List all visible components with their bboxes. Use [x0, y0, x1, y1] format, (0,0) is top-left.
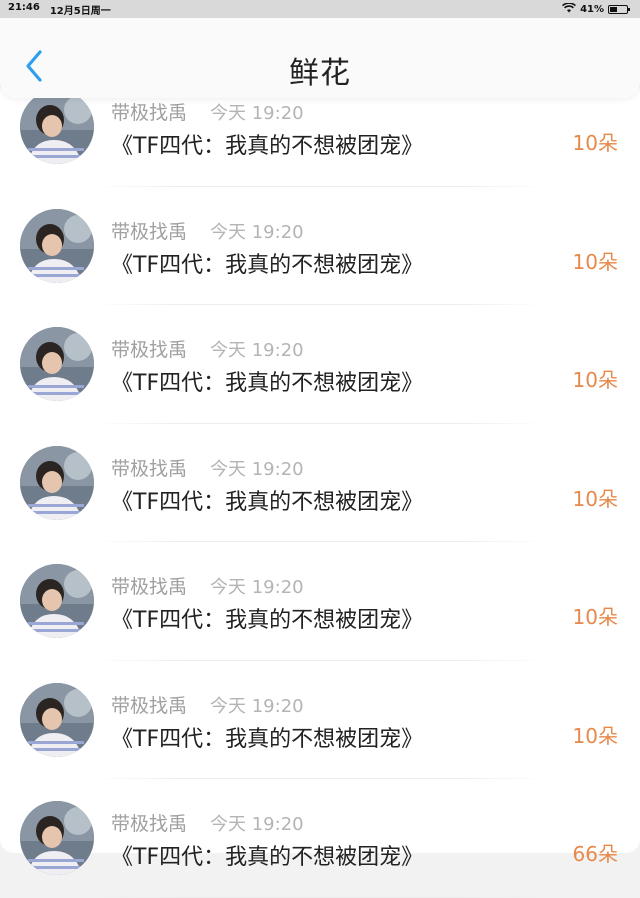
- flower-count: 10朵: [572, 131, 618, 155]
- username: 带极找禹: [111, 813, 188, 835]
- timestamp: 今天 19:20: [210, 340, 304, 361]
- status-time: 21:46: [8, 1, 40, 13]
- book-title[interactable]: 《TF四代：我真的不想被团宠》: [111, 365, 423, 397]
- wifi-icon: [562, 1, 577, 16]
- list-item[interactable]: 带极找禹 今天 19:20 《TF四代：我真的不想被团宠》 66朵: [0, 779, 640, 898]
- username: 带极找禹: [111, 694, 188, 717]
- flower-count: 10朵: [572, 368, 618, 392]
- timestamp: 今天 19:20: [210, 814, 304, 835]
- flower-list: 带极找禹 今天 19:20 《TF四代：我真的不想被团宠》 10朵 带极找禹 今…: [0, 68, 640, 898]
- status-bar: 21:46 12月5日周一 41%: [0, 0, 640, 18]
- battery-icon: [608, 4, 630, 14]
- timestamp: 今天 19:20: [210, 221, 304, 243]
- status-date: 12月5日周一: [49, 5, 111, 17]
- username: 带极找禹: [111, 102, 188, 124]
- avatar[interactable]: [20, 682, 94, 757]
- page-title: 鲜花: [289, 56, 351, 91]
- timestamp: 今天 19:20: [210, 458, 304, 480]
- battery-percent: 41%: [580, 3, 604, 15]
- avatar[interactable]: [20, 90, 94, 164]
- divider: [95, 896, 545, 898]
- book-title[interactable]: 《TF四代：我真的不想被团宠》: [111, 602, 423, 634]
- username: 带极找禹: [111, 576, 188, 598]
- flower-list-card: 带极找禹 今天 19:20 《TF四代：我真的不想被团宠》 10朵 带极找禹 今…: [0, 78, 640, 898]
- navigation-bar: 鲜花: [0, 18, 640, 98]
- timestamp: 今天 19:20: [210, 103, 304, 124]
- flower-count: 10朵: [572, 249, 618, 274]
- list-item[interactable]: 带极找禹 今天 19:20 《TF四代：我真的不想被团宠》 10朵: [0, 661, 640, 779]
- avatar[interactable]: [20, 208, 94, 283]
- list-item[interactable]: 带极找禹 今天 19:20 《TF四代：我真的不想被团宠》 10朵: [0, 305, 640, 424]
- flower-count: 10朵: [572, 723, 618, 748]
- book-title[interactable]: 《TF四代：我真的不想被团宠》: [111, 128, 423, 160]
- book-title[interactable]: 《TF四代：我真的不想被团宠》: [111, 721, 423, 753]
- avatar[interactable]: [20, 564, 94, 638]
- list-item[interactable]: 带极找禹 今天 19:20 《TF四代：我真的不想被团宠》 10朵: [0, 424, 640, 542]
- username: 带极找禹: [111, 457, 188, 480]
- avatar[interactable]: [20, 801, 94, 875]
- book-title[interactable]: 《TF四代：我真的不想被团宠》: [111, 247, 423, 279]
- username: 带极找禹: [111, 220, 188, 243]
- book-title[interactable]: 《TF四代：我真的不想被团宠》: [111, 839, 423, 871]
- list-item[interactable]: 带极找禹 今天 19:20 《TF四代：我真的不想被团宠》 10朵: [0, 187, 640, 305]
- flower-count: 10朵: [572, 605, 618, 629]
- username: 带极找禹: [111, 339, 188, 361]
- timestamp: 今天 19:20: [210, 577, 304, 598]
- timestamp: 今天 19:20: [210, 695, 304, 717]
- avatar[interactable]: [20, 327, 94, 401]
- flower-count: 10朵: [572, 486, 618, 511]
- list-item[interactable]: 带极找禹 今天 19:20 《TF四代：我真的不想被团宠》 10朵: [0, 542, 640, 661]
- avatar[interactable]: [20, 445, 94, 520]
- book-title[interactable]: 《TF四代：我真的不想被团宠》: [111, 484, 423, 516]
